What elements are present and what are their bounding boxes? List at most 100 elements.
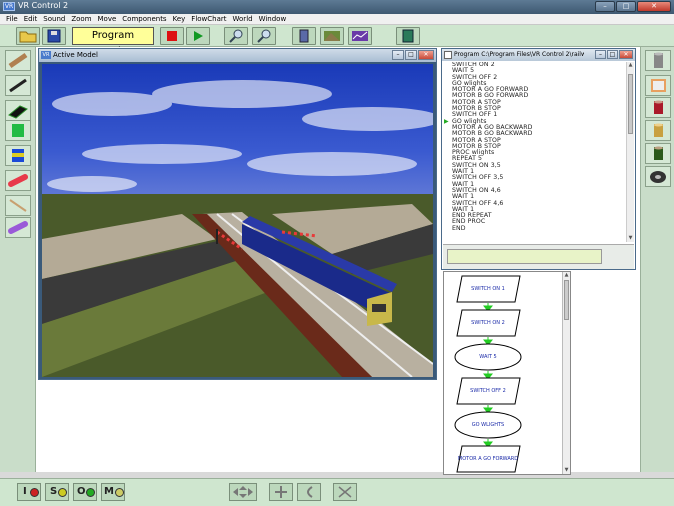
program-status-area [443, 244, 634, 269]
scroll-up-arrow-icon[interactable]: ▲ [563, 272, 570, 279]
menu-key[interactable]: Key [173, 14, 186, 24]
stop-icon [167, 31, 177, 41]
input-panel-button[interactable]: I [17, 483, 41, 501]
active-model-window[interactable]: VR Active Model – □ ✕ [38, 48, 437, 380]
palette-white-block-button[interactable] [645, 75, 671, 96]
zoom-out-button[interactable] [252, 27, 276, 45]
palette-wire-button[interactable] [5, 195, 31, 216]
menu-edit[interactable]: Edit [24, 14, 38, 24]
move-arrows-button[interactable] [229, 483, 257, 501]
flowchart-node[interactable]: MOTOR A GO FORWARD [454, 445, 522, 473]
palette-red-rod-button[interactable] [5, 170, 31, 191]
arrows-icon [233, 486, 253, 498]
component-palette-right [640, 47, 674, 472]
palette-plate-button[interactable] [5, 100, 31, 121]
scrollbar-thumb[interactable] [628, 74, 633, 134]
code-line[interactable]: END [443, 225, 625, 232]
model-maximize-button[interactable]: □ [405, 50, 417, 60]
olive-dot-icon [115, 488, 124, 497]
program-view-button[interactable] [292, 27, 316, 45]
document-icon [299, 29, 309, 43]
app-icon: VR [3, 2, 15, 11]
program-maximize-button[interactable]: □ [607, 50, 618, 59]
red-rod-icon [8, 174, 28, 187]
world-view-button[interactable] [320, 27, 344, 45]
flowchart-node[interactable]: SWITCH ON 2 [454, 309, 522, 337]
menu-file[interactable]: File [6, 14, 18, 24]
menu-zoom[interactable]: Zoom [71, 14, 91, 24]
palette-cylinder-button[interactable] [5, 145, 31, 166]
output-panel-button[interactable]: O [73, 483, 97, 501]
menu-components[interactable]: Components [122, 14, 166, 24]
palette-dark-cylinder-button[interactable] [645, 143, 671, 164]
floppy-disk-icon [47, 29, 61, 43]
save-button[interactable] [42, 27, 66, 45]
menu-window[interactable]: Window [259, 14, 287, 24]
program-status-indicator: Program Running [72, 27, 154, 57]
train-windscreen [372, 304, 386, 312]
sensor-panel-button[interactable]: S [45, 483, 69, 501]
toolbar: Program Running [0, 25, 674, 57]
stop-button[interactable] [160, 27, 184, 45]
model-window-title: Active Model [53, 51, 98, 59]
menu-move[interactable]: Move [98, 14, 117, 24]
program-window-titlebar[interactable]: Program C:\Program Files\VR Control 2\ra… [442, 49, 635, 61]
run-button[interactable] [186, 27, 210, 45]
model-minimize-button[interactable]: – [392, 50, 404, 60]
palette-wheel-button[interactable] [645, 166, 671, 187]
dark-cylinder-icon [654, 146, 663, 160]
palette-purple-rod-button[interactable] [5, 217, 31, 238]
zoom-in-button[interactable] [224, 27, 248, 45]
flowchart-scrollbar[interactable]: ▲ ▼ [562, 272, 570, 474]
magnifier-icon [257, 29, 271, 43]
pan-button[interactable] [269, 483, 293, 501]
close-button[interactable]: ✕ [637, 1, 671, 12]
flowchart-node[interactable]: SWITCH OFF 2 [454, 377, 522, 405]
model-close-button[interactable]: ✕ [418, 50, 434, 60]
minimize-button[interactable]: – [595, 1, 615, 12]
rotate-button[interactable] [297, 483, 321, 501]
palette-tan-cylinder-button[interactable] [645, 120, 671, 141]
3d-railway-scene[interactable] [42, 64, 433, 377]
purple-rod-icon [8, 221, 28, 234]
delete-button[interactable] [333, 483, 357, 501]
red-dot-icon [30, 488, 39, 497]
open-folder-button[interactable] [16, 27, 40, 45]
menu-sound[interactable]: Sound [43, 14, 65, 24]
scroll-down-arrow-icon[interactable]: ▼ [627, 235, 634, 242]
palette-grey-cylinder-button[interactable] [645, 50, 671, 71]
folder-icon [19, 31, 37, 43]
flowchart-node[interactable]: WAIT 5 [454, 343, 522, 371]
program-input-box[interactable] [447, 249, 602, 264]
palette-pipe-button[interactable] [5, 50, 31, 71]
motor-panel-button[interactable]: M [101, 483, 125, 501]
scroll-up-arrow-icon[interactable]: ▲ [627, 62, 634, 69]
exit-button[interactable] [396, 27, 420, 45]
menu-flowchart[interactable]: FlowChart [191, 14, 226, 24]
flowchart-node[interactable]: SWITCH ON 1 [454, 275, 522, 303]
scroll-down-arrow-icon[interactable]: ▼ [563, 467, 570, 474]
flowchart-node[interactable]: GO WLIGHTS [454, 411, 522, 439]
scrollbar-thumb[interactable] [564, 280, 569, 320]
model-window-titlebar[interactable]: VR Active Model – □ ✕ [39, 49, 436, 62]
program-minimize-button[interactable]: – [595, 50, 606, 59]
block-icon [12, 124, 24, 137]
graph-view-button[interactable] [348, 27, 372, 45]
menu-bar: File Edit Sound Zoom Move Components Key… [0, 14, 674, 25]
tan-cylinder-icon [654, 123, 663, 137]
flowchart-panel[interactable]: SWITCH ON 1 SWITCH ON 2 WAIT 5 SWITCH OFF 2… [443, 271, 571, 475]
bottom-toolbar: I S O M [0, 478, 674, 506]
program-close-button[interactable]: ✕ [619, 50, 633, 59]
cylinder-icon [12, 149, 24, 162]
palette-green-block-button[interactable] [5, 120, 31, 141]
magnifier-icon [229, 29, 243, 43]
button-label: O [77, 486, 86, 497]
maximize-button[interactable]: □ [616, 1, 636, 12]
flowchart-node-label: GO WLIGHTS [471, 422, 505, 428]
palette-rod-button[interactable] [5, 75, 31, 96]
menu-world[interactable]: World [233, 14, 253, 24]
play-icon [194, 31, 203, 41]
program-scrollbar[interactable]: ▲ ▼ [626, 62, 634, 242]
palette-red-cylinder-button[interactable] [645, 97, 671, 118]
program-window[interactable]: Program C:\Program Files\VR Control 2\ra… [441, 48, 636, 270]
